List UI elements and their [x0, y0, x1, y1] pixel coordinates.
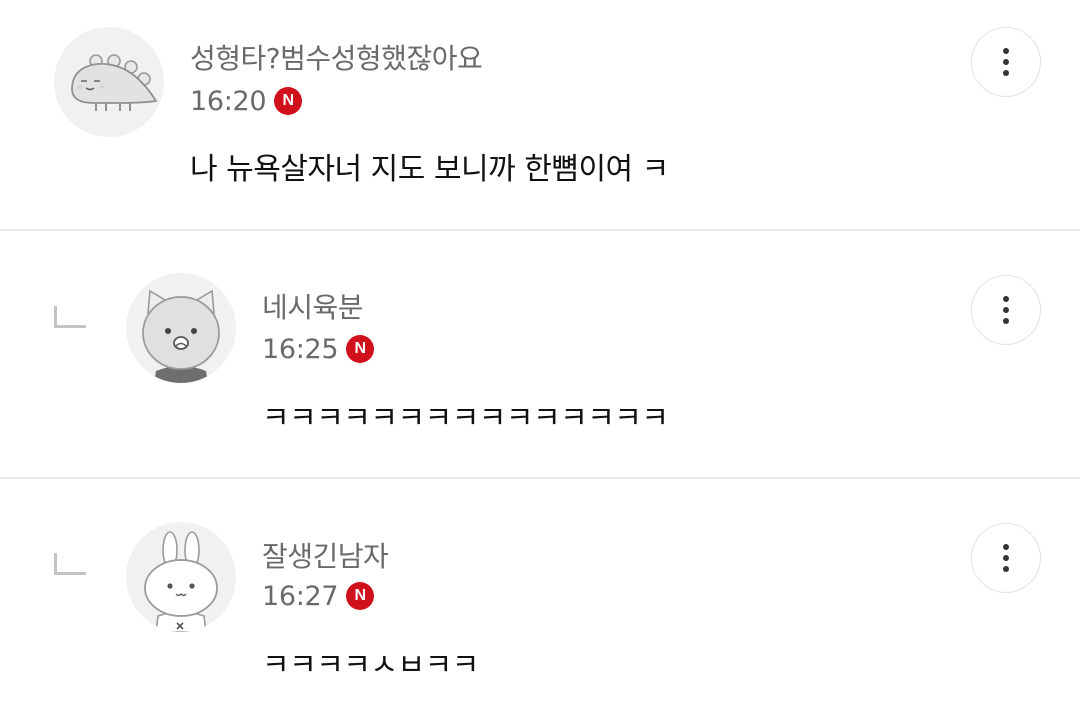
reply-arrow-icon [54, 553, 86, 575]
more-options-button[interactable] [971, 27, 1041, 97]
new-badge-icon: N [346, 582, 375, 610]
comment-text: 나 뉴욕살자너 지도 보니까 한뼘이여 ㅋ [190, 152, 669, 187]
comment-meta: 16:20 N [190, 83, 303, 119]
more-vertical-icon [1003, 48, 1009, 54]
avatar[interactable] [126, 522, 236, 632]
comment-time: 16:27 [262, 580, 339, 612]
more-options-button[interactable] [971, 523, 1041, 593]
rabbit-avatar-icon [144, 531, 218, 632]
comment-list: 성형타?범수성형했잖아요 16:20 N 나 뉴욕살자너 지도 보니까 한뼘이여… [0, 0, 1080, 726]
more-options-button[interactable] [971, 275, 1041, 345]
comment-author[interactable]: 잘생긴남자 [262, 535, 389, 575]
new-badge-icon: N [274, 87, 303, 115]
cat-avatar-icon [142, 289, 220, 383]
comment-item: 성형타?범수성형했잖아요 16:20 N 나 뉴욕살자너 지도 보니까 한뼘이여… [0, 0, 1080, 231]
more-vertical-icon [1003, 544, 1009, 550]
avatar[interactable] [126, 273, 236, 383]
comment-meta: 16:25 N [262, 331, 375, 367]
reply-arrow-icon [54, 306, 86, 328]
dinosaur-avatar-icon [71, 54, 158, 111]
avatar[interactable] [54, 27, 164, 137]
comment-text: ㅋㅋㅋㅋㅅㅂㅋㅋ [262, 648, 479, 683]
new-badge-icon: N [346, 335, 375, 363]
comment-author[interactable]: 성형타?범수성형했잖아요 [190, 37, 483, 77]
reply-item: 잘생긴남자 16:27 N ㅋㅋㅋㅋㅅㅂㅋㅋ [0, 481, 1080, 726]
comment-author[interactable]: 네시육분 [262, 286, 364, 326]
comment-time: 16:25 [262, 333, 339, 365]
comment-time: 16:20 [190, 85, 267, 117]
comment-meta: 16:27 N [262, 578, 375, 614]
comment-text: ㅋㅋㅋㅋㅋㅋㅋㅋㅋㅋㅋㅋㅋㅋㅋ [262, 401, 669, 436]
more-vertical-icon [1003, 296, 1009, 302]
reply-item: 네시육분 16:25 N ㅋㅋㅋㅋㅋㅋㅋㅋㅋㅋㅋㅋㅋㅋㅋ [0, 233, 1080, 479]
